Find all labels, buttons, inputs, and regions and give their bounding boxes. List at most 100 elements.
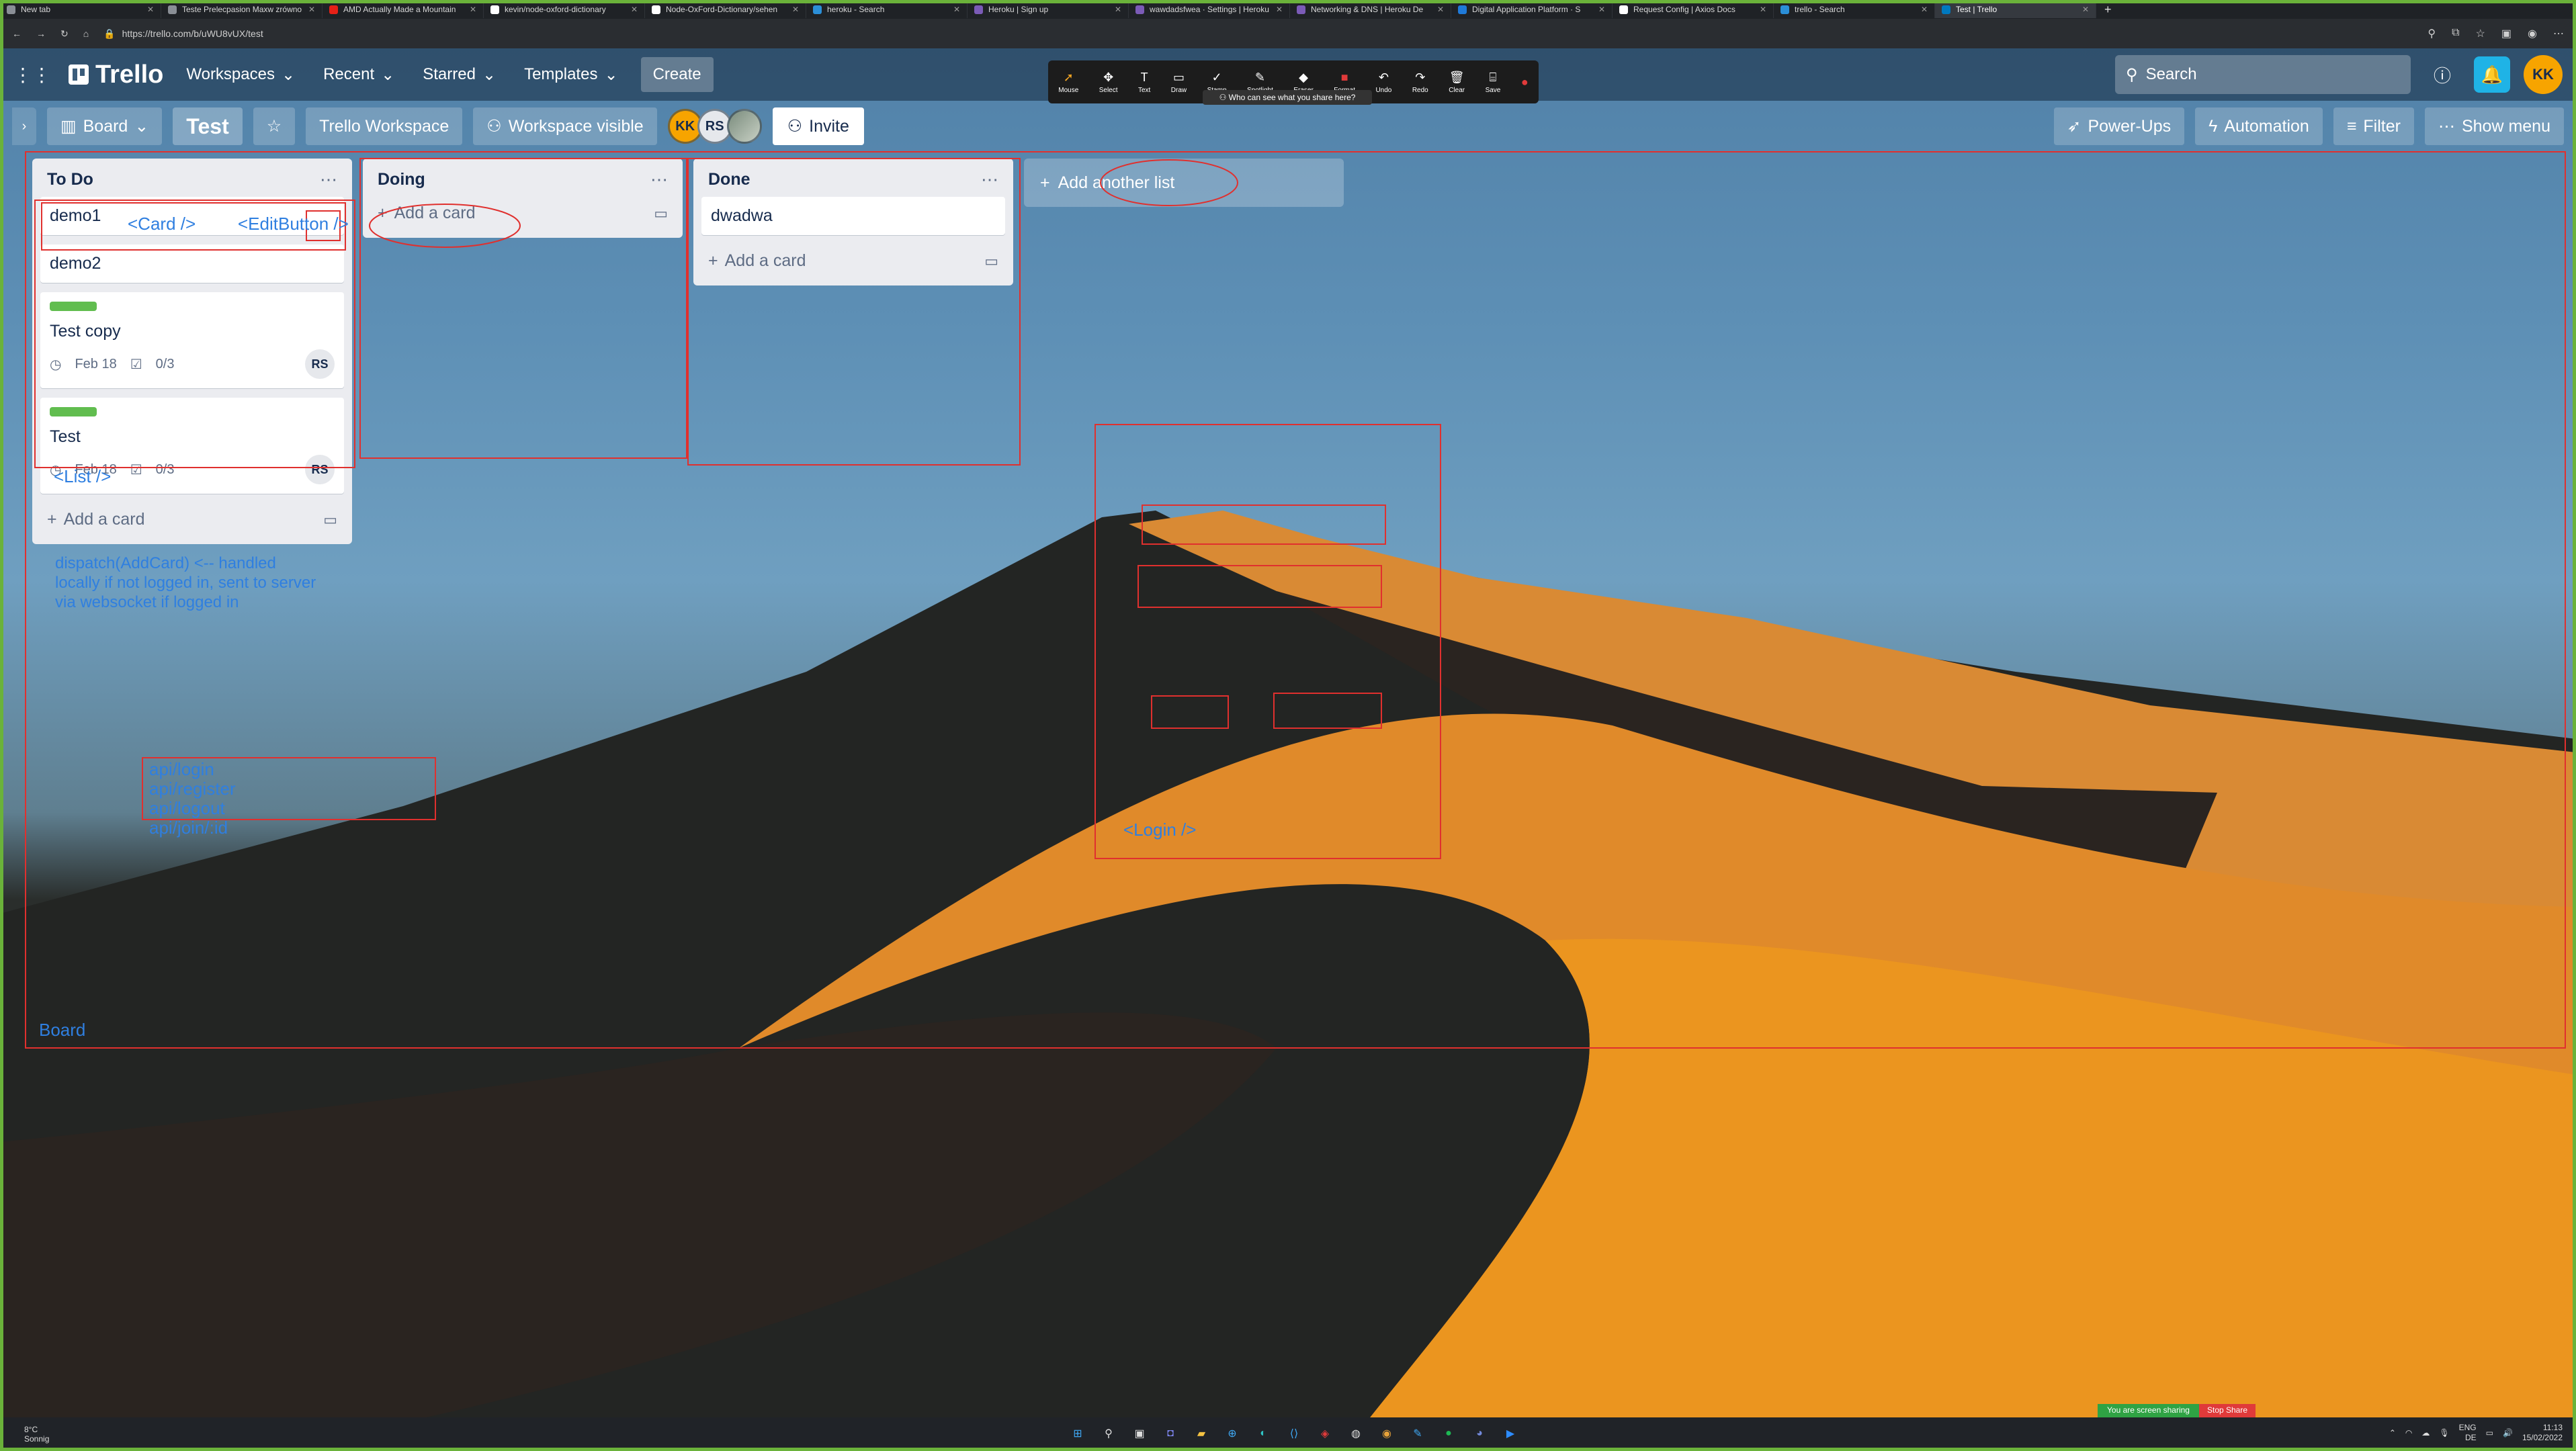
tool-clear[interactable]: 🗑 Clear bbox=[1449, 71, 1465, 94]
tool-text[interactable]: T Text bbox=[1138, 71, 1150, 94]
notifications-bell-icon[interactable]: 🔔 bbox=[2474, 56, 2510, 93]
extensions-icon[interactable]: ⧉ bbox=[2452, 27, 2459, 40]
app-icon[interactable]: ◈ bbox=[1316, 1424, 1334, 1443]
template-icon[interactable]: ▭ bbox=[984, 253, 998, 270]
sharing-status[interactable]: You are screen sharing bbox=[2098, 1404, 2199, 1417]
more-icon[interactable]: ⋯ bbox=[650, 169, 668, 190]
browser-tab[interactable]: heroku - Search ✕ bbox=[806, 1, 968, 18]
volume-icon[interactable]: 🔊 bbox=[2503, 1428, 2513, 1438]
card-member-avatar[interactable]: RS bbox=[305, 349, 335, 379]
menu-workspaces[interactable]: Workspaces ⌄ bbox=[181, 65, 300, 85]
invite-button[interactable]: ⚇ Invite bbox=[772, 107, 864, 145]
language-indicator[interactable]: ENG DE bbox=[2459, 1423, 2477, 1443]
start-icon[interactable]: ⊞ bbox=[1068, 1424, 1087, 1443]
card[interactable]: Test copy ◷ Feb 18 ☑ 0/3 RS bbox=[40, 292, 344, 388]
browser-tab[interactable]: AMD Actually Made a Mountain ✕ bbox=[323, 1, 484, 18]
add-list-button[interactable]: + Add another list bbox=[1024, 159, 1344, 207]
card[interactable]: dwadwa bbox=[701, 197, 1005, 235]
close-icon[interactable]: ✕ bbox=[1598, 5, 1605, 14]
home-icon[interactable]: ⌂ bbox=[83, 28, 89, 39]
card[interactable]: demo2 bbox=[40, 245, 344, 283]
zoom-icon[interactable]: ▶ bbox=[1501, 1424, 1520, 1443]
close-icon[interactable]: ✕ bbox=[1437, 5, 1444, 14]
browser-tab[interactable]: trello - Search ✕ bbox=[1774, 1, 1935, 18]
show-menu-button[interactable]: ⋯ Show menu bbox=[2424, 107, 2564, 145]
menu-starred[interactable]: Starred ⌄ bbox=[417, 65, 501, 85]
close-icon[interactable]: ✕ bbox=[470, 5, 476, 14]
tool-mouse[interactable]: ➚ Mouse bbox=[1058, 71, 1078, 94]
browser-tab[interactable]: kevin/node-oxford-dictionary ✕ bbox=[484, 1, 645, 18]
list-header[interactable]: To Do ⋯ bbox=[40, 165, 344, 197]
filter-button[interactable]: ≡ Filter bbox=[2333, 107, 2414, 145]
url-field[interactable]: 🔒 https://trello.com/b/uWU8vUX/test bbox=[103, 28, 263, 40]
card-member-avatar[interactable]: RS bbox=[305, 455, 335, 484]
add-card-button[interactable]: + Add a card ▭ bbox=[40, 503, 344, 536]
profile-icon[interactable]: ◉ bbox=[2528, 27, 2537, 40]
stop-share-button[interactable]: Stop Share bbox=[2198, 1404, 2256, 1417]
browser-tab[interactable]: Teste Prelecpasion Maxw zrówno ✕ bbox=[161, 1, 323, 18]
add-card-button[interactable]: + Add a card ▭ bbox=[701, 245, 1005, 277]
menu-templates[interactable]: Templates ⌄ bbox=[519, 65, 624, 85]
tool-select[interactable]: ✥ Select bbox=[1099, 71, 1118, 94]
browser-tab[interactable]: Networking & DNS | Heroku De ✕ bbox=[1290, 1, 1451, 18]
file-explorer-icon[interactable]: ▰ bbox=[1192, 1424, 1211, 1443]
close-icon[interactable]: ✕ bbox=[953, 5, 960, 14]
tool-redo[interactable]: ↷ Redo bbox=[1412, 71, 1428, 94]
visibility-button[interactable]: ⚇ Workspace visible bbox=[473, 107, 657, 145]
trello-logo[interactable]: Trello bbox=[69, 60, 163, 89]
store-icon[interactable]: ⊕ bbox=[1223, 1424, 1242, 1443]
star-board-button[interactable]: ☆ bbox=[253, 107, 296, 145]
vscode-icon[interactable]: ⟨⟩ bbox=[1285, 1424, 1303, 1443]
board-view-switcher[interactable]: ▥ Board ⌄ bbox=[47, 107, 163, 145]
list-header[interactable]: Done ⋯ bbox=[701, 165, 1005, 197]
share-visibility-note[interactable]: ⚇ Who can see what you share here? bbox=[1203, 90, 1372, 105]
close-icon[interactable]: ✕ bbox=[792, 5, 799, 14]
menu-recent[interactable]: Recent ⌄ bbox=[318, 65, 400, 85]
template-icon[interactable]: ▭ bbox=[654, 205, 668, 222]
more-icon[interactable]: ⋯ bbox=[981, 169, 998, 190]
search-input[interactable]: ⚲ Search bbox=[2115, 55, 2411, 94]
close-icon[interactable]: ✕ bbox=[2082, 5, 2089, 14]
chevron-up-icon[interactable]: ⌃ bbox=[2389, 1428, 2396, 1438]
display-icon[interactable]: ▭ bbox=[2486, 1428, 2493, 1438]
network-icon[interactable]: ◠ bbox=[2405, 1428, 2412, 1438]
green-label[interactable] bbox=[50, 407, 97, 416]
board-title[interactable]: Test bbox=[173, 107, 243, 145]
app-switcher-icon[interactable]: ⋮⋮ bbox=[13, 64, 51, 86]
user-avatar[interactable]: KK bbox=[2524, 55, 2563, 94]
chrome-icon[interactable]: ◉ bbox=[1377, 1424, 1396, 1443]
template-icon[interactable]: ▭ bbox=[323, 511, 337, 529]
more-icon[interactable]: ⋯ bbox=[2553, 27, 2564, 40]
close-icon[interactable]: ✕ bbox=[308, 5, 315, 14]
workspace-button[interactable]: Trello Workspace bbox=[306, 107, 463, 145]
automation-button[interactable]: ϟ Automation bbox=[2195, 107, 2323, 145]
back-icon[interactable]: ← bbox=[12, 28, 22, 39]
tool-draw[interactable]: ▭ Draw bbox=[1171, 71, 1187, 94]
new-tab-button[interactable]: + bbox=[2096, 3, 2120, 17]
reload-icon[interactable]: ↻ bbox=[60, 28, 69, 40]
close-icon[interactable]: ✕ bbox=[1276, 5, 1283, 14]
close-icon[interactable]: ✕ bbox=[1921, 5, 1928, 14]
sidebar-toggle-icon[interactable]: › bbox=[12, 107, 36, 145]
clock[interactable]: 11:13 15/02/2022 bbox=[2522, 1423, 2563, 1443]
browser-tab[interactable]: Digital Application Platform · S ✕ bbox=[1451, 1, 1613, 18]
browser-tab[interactable]: Node-OxFord-Dictionary/sehen ✕ bbox=[645, 1, 806, 18]
steam-icon[interactable]: ◍ bbox=[1346, 1424, 1365, 1443]
mic-icon[interactable]: 🎙 bbox=[2439, 1428, 2449, 1438]
browser-tab[interactable]: Request Config | Axios Docs ✕ bbox=[1613, 1, 1774, 18]
browser-tab[interactable]: Heroku | Sign up ✕ bbox=[968, 1, 1129, 18]
search-icon[interactable]: ⚲ bbox=[1099, 1424, 1118, 1443]
edge-icon[interactable]: ◐ bbox=[1254, 1424, 1273, 1443]
collections-icon[interactable]: ▣ bbox=[2501, 27, 2511, 40]
browser-tab[interactable]: wawdadsfwea · Settings | Heroku ✕ bbox=[1129, 1, 1290, 18]
member-avatar-photo[interactable] bbox=[726, 109, 762, 144]
green-label[interactable] bbox=[50, 302, 97, 311]
close-icon[interactable]: ✕ bbox=[147, 5, 154, 14]
powerups-button[interactable]: ➶ Power-Ups bbox=[2053, 107, 2185, 145]
close-icon[interactable]: ✕ bbox=[631, 5, 638, 14]
task-view-icon[interactable]: ▣ bbox=[1130, 1424, 1149, 1443]
toolbar-close-button[interactable]: ● bbox=[1521, 75, 1529, 89]
weather-widget[interactable]: 8°C Sonnig bbox=[0, 1425, 49, 1444]
info-icon[interactable]: ⓘ bbox=[2424, 56, 2460, 93]
app-icon[interactable]: ✎ bbox=[1408, 1424, 1427, 1443]
